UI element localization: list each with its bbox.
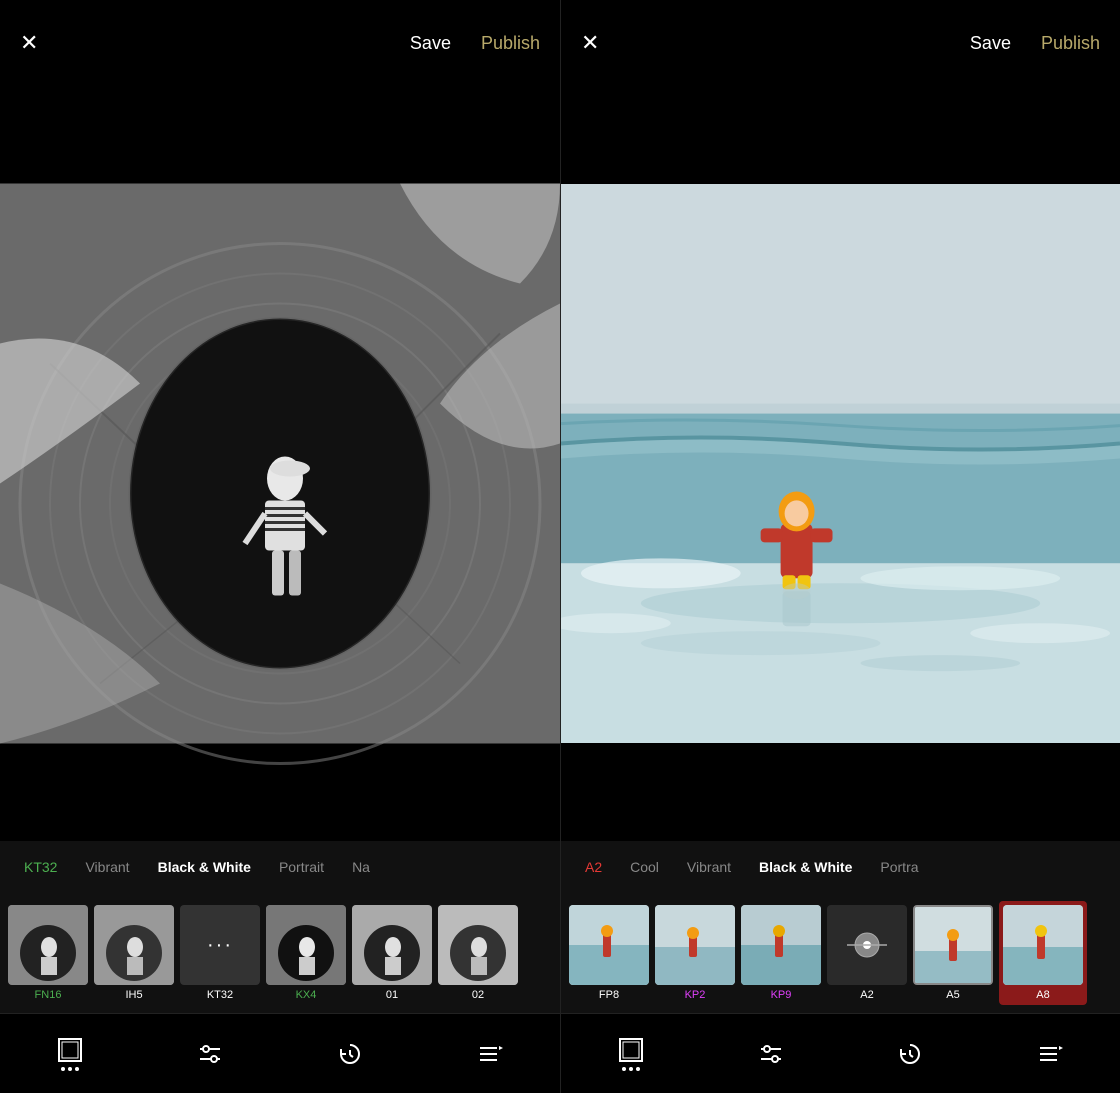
left-thumb-01[interactable]: 01 [352, 905, 432, 1001]
left-thumb-ih5-img [94, 905, 174, 985]
right-thumb-fp8-img [569, 905, 649, 985]
left-filter-kt32[interactable]: KT32 [10, 859, 71, 875]
right-thumb-a5-img [913, 905, 993, 985]
left-top-bar: ✕ Save Publish [0, 0, 560, 86]
left-filter-thumbs: FN16 IH5 ··· KT32 KX4 01 [0, 893, 560, 1013]
right-thumb-kp9-label: KP9 [771, 989, 792, 1001]
right-thumb-a2-img [827, 905, 907, 985]
left-thumb-kx4-img [266, 905, 346, 985]
right-filter-portrait[interactable]: Portra [866, 859, 932, 875]
left-history-icon [337, 1041, 363, 1067]
right-frames-dots [622, 1067, 640, 1071]
right-filter-a2[interactable]: A2 [571, 859, 616, 875]
left-thumb-fn16[interactable]: FN16 [8, 905, 88, 1001]
left-filter-portrait[interactable]: Portrait [265, 859, 338, 875]
left-publish-button[interactable]: Publish [481, 33, 540, 54]
right-top-bar: ✕ Save Publish [561, 0, 1120, 86]
right-filter-vibrant[interactable]: Vibrant [673, 859, 745, 875]
left-save-button[interactable]: Save [410, 33, 451, 54]
right-thumb-fp8-label: FP8 [599, 989, 619, 1001]
left-thumb-02-label: 02 [472, 989, 484, 1001]
right-photo-area [561, 86, 1120, 841]
right-actions: Save Publish [970, 33, 1100, 54]
right-thumb-kp2-label: KP2 [685, 989, 706, 1001]
right-adjust-icon [758, 1041, 784, 1067]
left-filter-na[interactable]: Na [338, 859, 384, 875]
left-thumb-02-img [438, 905, 518, 985]
left-filter-vibrant[interactable]: Vibrant [71, 859, 143, 875]
left-thumb-kt32-dots: ··· [180, 905, 260, 985]
left-thumb-kx4[interactable]: KX4 [266, 905, 346, 1001]
left-history-tool[interactable] [337, 1041, 363, 1067]
left-presets-tool[interactable] [477, 1041, 503, 1067]
right-thumb-kp9-img [741, 905, 821, 985]
left-frames-dots [61, 1067, 79, 1071]
left-thumb-fn16-label: FN16 [35, 989, 62, 1001]
right-frames-icon [618, 1037, 644, 1063]
left-adjust-icon [197, 1041, 223, 1067]
left-actions: Save Publish [410, 33, 540, 54]
left-thumb-02[interactable]: 02 [438, 905, 518, 1001]
left-frames-tool[interactable] [57, 1037, 83, 1071]
right-save-button[interactable]: Save [970, 33, 1011, 54]
right-thumb-kp2[interactable]: KP2 [655, 905, 735, 1001]
left-presets-icon [477, 1041, 503, 1067]
right-thumb-a8[interactable]: A8 [999, 901, 1087, 1005]
right-filter-thumbs: FP8 KP2 KP9 A2 [561, 893, 1120, 1013]
right-close-button[interactable]: ✕ [581, 32, 599, 54]
right-thumb-fp8[interactable]: FP8 [569, 905, 649, 1001]
right-thumb-a8-img [1003, 905, 1083, 985]
right-filter-cool[interactable]: Cool [616, 859, 673, 875]
left-panel: ✕ Save Publish [0, 0, 560, 1093]
left-filter-bar: KT32 Vibrant Black & White Portrait Na [0, 841, 560, 893]
right-photo [561, 86, 1120, 841]
left-thumb-01-img [352, 905, 432, 985]
right-thumb-a2-label: A2 [860, 989, 873, 1001]
left-thumb-kt32-label: KT32 [207, 989, 233, 1001]
right-thumb-a8-label: A8 [1036, 989, 1049, 1001]
right-publish-button[interactable]: Publish [1041, 33, 1100, 54]
right-bottom-toolbar [561, 1013, 1120, 1093]
left-adjust-tool[interactable] [197, 1041, 223, 1067]
right-adjust-tool[interactable] [758, 1041, 784, 1067]
left-thumb-kx4-label: KX4 [296, 989, 317, 1001]
left-close-button[interactable]: ✕ [20, 32, 38, 54]
right-thumb-a2[interactable]: A2 [827, 905, 907, 1001]
left-bottom-toolbar [0, 1013, 560, 1093]
left-filter-bw[interactable]: Black & White [144, 859, 265, 875]
left-thumb-ih5[interactable]: IH5 [94, 905, 174, 1001]
right-thumb-kp9[interactable]: KP9 [741, 905, 821, 1001]
right-presets-icon [1037, 1041, 1063, 1067]
right-thumb-a5-label: A5 [946, 989, 959, 1001]
left-frames-icon [57, 1037, 83, 1063]
left-photo [0, 86, 560, 841]
left-photo-area [0, 86, 560, 841]
left-thumb-01-label: 01 [386, 989, 398, 1001]
left-thumb-fn16-img [8, 905, 88, 985]
right-filter-bw[interactable]: Black & White [745, 859, 866, 875]
right-filter-bar: A2 Cool Vibrant Black & White Portra [561, 841, 1120, 893]
right-frames-tool[interactable] [618, 1037, 644, 1071]
left-thumb-ih5-label: IH5 [125, 989, 142, 1001]
right-presets-tool[interactable] [1037, 1041, 1063, 1067]
right-thumb-a5[interactable]: A5 [913, 905, 993, 1001]
right-history-tool[interactable] [897, 1041, 923, 1067]
right-thumb-kp2-img [655, 905, 735, 985]
right-history-icon [897, 1041, 923, 1067]
right-panel: ✕ Save Publish [560, 0, 1120, 1093]
left-thumb-kt32[interactable]: ··· KT32 [180, 905, 260, 1001]
